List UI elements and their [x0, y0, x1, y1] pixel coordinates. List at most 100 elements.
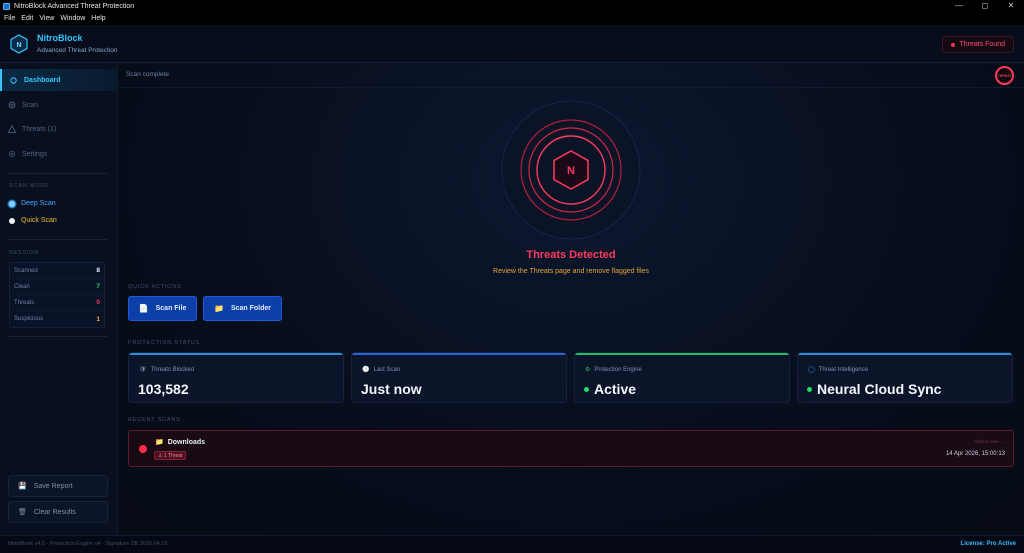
- card-value-row: Active: [584, 381, 636, 397]
- card-title: ⚙ Protection Engine: [585, 366, 642, 374]
- window-title: NitroBlock Advanced Threat Protection: [14, 2, 135, 10]
- threats-headline: Threats Detected: [526, 249, 616, 261]
- card-threat-intelligence: ◯ Threat Intelligence Neural Cloud Sync: [797, 352, 1013, 403]
- scan-folder-label: Scan Folder: [230, 305, 272, 312]
- menu-view[interactable]: View: [39, 15, 54, 22]
- brand-tagline: Advanced Threat Protection: [37, 47, 118, 54]
- stat-threats: Threats 0: [10, 295, 104, 311]
- engine-icon: ⚙: [585, 367, 591, 373]
- save-icon: 💾: [18, 483, 27, 490]
- threat-dot-icon: [139, 445, 147, 453]
- stat-label: Scanned: [14, 267, 38, 274]
- quick-scan-radio[interactable]: Quick Scan: [9, 217, 57, 224]
- recent-scans-label: RECENT SCANS: [128, 417, 181, 423]
- logo-letter: N: [16, 42, 21, 49]
- radio-selected-icon: [9, 200, 15, 207]
- card-title: 🕓 Last Scan: [362, 366, 401, 374]
- stat-suspicious: Suspicious 1: [10, 311, 104, 327]
- stat-label: Suspicious: [14, 316, 44, 322]
- scan-file-button[interactable]: 📄 Scan File: [128, 296, 197, 321]
- sidebar-item-threats[interactable]: Threats (1): [0, 118, 118, 140]
- menu-window[interactable]: Window: [60, 15, 85, 22]
- scan-status-text: Scan complete: [126, 71, 169, 78]
- shield-icon: 🛡: [139, 367, 147, 373]
- trash-icon: 🗑: [18, 509, 27, 516]
- divider: [8, 239, 108, 240]
- folder-icon: 📁: [213, 304, 224, 313]
- window-titlebar: NitroBlock Advanced Threat Protection — …: [0, 0, 1024, 12]
- threats-found-badge[interactable]: Threats Found: [942, 36, 1014, 53]
- sidebar: Dashboard Scan Threats (1) Settings SCAN…: [0, 63, 118, 535]
- status-ring-icon[interactable]: THREAT: [995, 66, 1014, 85]
- card-title-text: Threat Intelligence: [818, 366, 869, 373]
- close-button[interactable]: ✕: [998, 0, 1024, 12]
- threat-radar: N: [501, 100, 641, 240]
- status-dot-icon: [584, 386, 589, 392]
- card-protection-engine: ⚙ Protection Engine Active: [574, 352, 790, 403]
- radio-unselected-icon: [9, 217, 15, 224]
- card-title-text: Last Scan: [373, 366, 401, 373]
- license-status: License: Pro Active: [960, 541, 1016, 547]
- window-controls: — ◻ ✕: [946, 0, 1024, 12]
- card-value: 103,582: [138, 381, 189, 397]
- card-value-row: Neural Cloud Sync: [807, 381, 941, 397]
- deep-scan-radio[interactable]: Deep Scan: [9, 200, 56, 207]
- threat-count-badge: ⚠ 1 Threat: [154, 451, 187, 460]
- status-ring-label: THREAT: [997, 73, 1012, 78]
- gear-icon: [7, 150, 16, 159]
- stat-label: Threats: [14, 299, 35, 306]
- quick-actions-label: QUICK ACTIONS: [128, 284, 182, 290]
- card-accent-bar: [798, 353, 1012, 355]
- clear-results-button[interactable]: 🗑 Clear Results: [8, 501, 108, 523]
- stat-value: 1: [96, 315, 100, 323]
- circle-icon: [9, 76, 18, 85]
- card-value: Active: [594, 381, 637, 397]
- click-to-view-link[interactable]: Click to view →: [974, 439, 1005, 444]
- logo-hex-icon: N: [10, 34, 28, 54]
- session-stats: Scanned 8 Clean 7 Threats 0 Suspicious 1: [9, 262, 105, 328]
- card-value: Just now: [361, 381, 422, 397]
- app-icon: [3, 2, 10, 10]
- save-report-label: Save Report: [33, 482, 73, 490]
- recent-scan-time: 14 Apr 2026, 15:00:13: [945, 451, 1005, 457]
- session-label: SESSION: [9, 250, 40, 256]
- card-last-scan: 🕓 Last Scan Just now: [351, 352, 567, 403]
- minimize-button[interactable]: —: [946, 0, 972, 12]
- sidebar-item-label: Dashboard: [24, 76, 61, 84]
- save-report-button[interactable]: 💾 Save Report: [8, 475, 108, 497]
- card-accent-bar: [352, 353, 566, 355]
- sidebar-item-scan[interactable]: Scan: [0, 94, 118, 116]
- globe-icon: ◯: [808, 367, 815, 373]
- stat-scanned: Scanned 8: [10, 263, 104, 279]
- brand-name: NitroBlock: [37, 33, 83, 43]
- scan-mode-label: SCAN MODE: [9, 183, 50, 189]
- menu-bar: File Edit View Window Help: [0, 12, 1024, 25]
- maximize-button[interactable]: ◻: [972, 0, 998, 12]
- threats-subline: Review the Threats page and remove flagg…: [493, 268, 649, 275]
- card-accent-bar: [129, 353, 343, 355]
- menu-edit[interactable]: Edit: [21, 15, 33, 22]
- stat-label: Clean: [14, 283, 30, 290]
- recent-scan-item[interactable]: 📁 Downloads ⚠ 1 Threat Click to view → 14…: [128, 430, 1014, 467]
- divider: [8, 173, 108, 174]
- folder-icon: 📁: [155, 439, 164, 446]
- menu-file[interactable]: File: [4, 15, 15, 22]
- recent-scan-title: Downloads: [167, 438, 206, 446]
- status-footer: NitroBlock v4.5 · Protection Engine v4 ·…: [0, 535, 1024, 553]
- main-content: Scan complete THREAT N Threats Detected …: [118, 63, 1024, 535]
- card-title-text: Protection Engine: [594, 366, 642, 373]
- card-title-text: Threats Blocked: [150, 366, 194, 373]
- menu-help[interactable]: Help: [91, 15, 105, 22]
- scan-folder-button[interactable]: 📁 Scan Folder: [203, 296, 282, 321]
- sidebar-item-settings[interactable]: Settings: [0, 143, 118, 165]
- recent-scan-name: 📁 Downloads: [155, 438, 206, 447]
- sidebar-item-dashboard[interactable]: Dashboard: [0, 69, 118, 91]
- threats-found-label: Threats Found: [959, 41, 1005, 48]
- clock-icon: 🕓: [362, 367, 370, 373]
- stat-value: 8: [96, 267, 100, 274]
- radar-letter: N: [567, 165, 575, 177]
- stat-value: 7: [96, 283, 100, 290]
- stat-value: 0: [96, 299, 100, 306]
- status-dot-icon: [807, 386, 812, 392]
- card-threats-blocked: 🛡 Threats Blocked 103,582: [128, 352, 344, 403]
